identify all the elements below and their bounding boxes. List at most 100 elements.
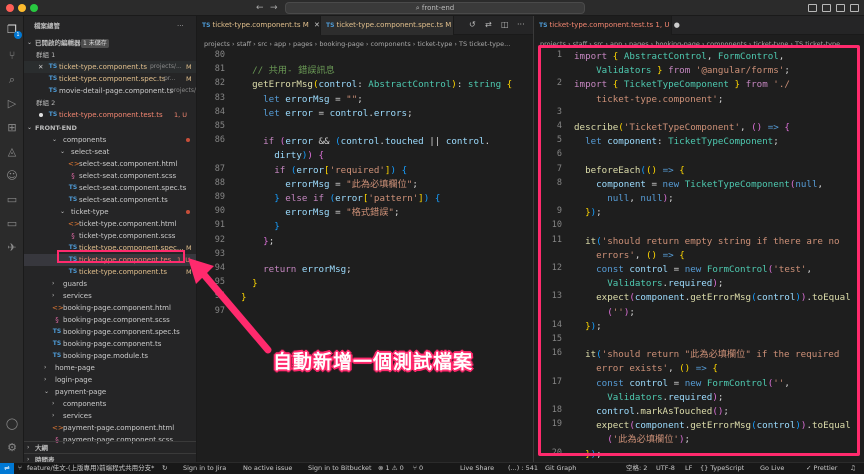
- code-line[interactable]: if (error['required']) {: [241, 164, 407, 177]
- minimize-window-button[interactable]: [18, 4, 26, 12]
- frontend-folder-header[interactable]: ⌄ FRONT-END: [24, 122, 196, 134]
- file-item[interactable]: § select-seat.component.scss: [24, 170, 196, 182]
- folder-item[interactable]: ⌄ select-seat: [24, 146, 196, 158]
- folder-item[interactable]: › login-page: [24, 374, 196, 386]
- unsaved-dot-icon[interactable]: ●: [674, 21, 680, 29]
- code-line[interactable]: let error = control.errors;: [241, 107, 412, 120]
- more-actions-button[interactable]: ···: [177, 20, 184, 32]
- remote-icon[interactable]: ⇌: [0, 463, 14, 474]
- code-line[interactable]: } else if (error['pattern']) {: [241, 192, 440, 205]
- folder-item[interactable]: ⌄ components: [24, 134, 196, 146]
- sync-icon[interactable]: ↻: [162, 463, 167, 474]
- open-editor-item[interactable]: TS ticket-type.component.test.ts 1, U: [24, 109, 196, 121]
- sign-in-bitbucket[interactable]: Sign in to Bitbucket: [308, 463, 372, 474]
- code-line[interactable]: return errorMsg;: [241, 263, 352, 276]
- run-debug-icon[interactable]: ▷: [5, 98, 19, 110]
- close-icon[interactable]: ✕: [314, 21, 320, 29]
- code-line[interactable]: getErrorMsg(control: AbstractControl): s…: [241, 78, 512, 91]
- compare-icon[interactable]: ⇄: [485, 20, 492, 29]
- code-line[interactable]: }: [241, 291, 247, 304]
- code-line[interactable]: }: [241, 220, 280, 233]
- left-code-editor[interactable]: 80 81 // 共用- 錯誤訊息 82 getErrorMsg(control: …: [197, 48, 533, 458]
- file-item[interactable]: <> booking-page.component.html: [24, 302, 196, 314]
- toggle-panel-icon[interactable]: [822, 4, 831, 12]
- folder-item[interactable]: ⌄ payment-page: [24, 386, 196, 398]
- go-live-button[interactable]: Go Live: [760, 463, 784, 474]
- extensions-icon[interactable]: ⊞: [5, 122, 19, 134]
- search-icon[interactable]: ⌕: [5, 74, 19, 86]
- language-mode[interactable]: {} TypeScript: [700, 463, 744, 474]
- cursor-info[interactable]: (...) : 541: [508, 463, 538, 474]
- tab-ticket-type-component-spec-ts[interactable]: TS ticket-type.component.spec.ts M: [321, 16, 454, 35]
- indentation-indicator[interactable]: 空格: 2: [626, 463, 647, 474]
- outline-section-header[interactable]: › 大綱: [24, 441, 196, 453]
- chat-icon[interactable]: ▭: [5, 194, 19, 206]
- file-item[interactable]: <> ticket-type.component.html: [24, 218, 196, 230]
- file-item[interactable]: TS ticket-type.component.ts M: [24, 266, 196, 278]
- eol-indicator[interactable]: LF: [685, 463, 692, 474]
- file-item[interactable]: § booking-page.component.scss: [24, 314, 196, 326]
- tab-ticket-type-component-test-ts[interactable]: TS ticket-type.component.test.ts 1, U ●: [534, 16, 680, 35]
- maximize-window-button[interactable]: [30, 4, 38, 12]
- file-item[interactable]: TS booking-page.module.ts: [24, 350, 196, 362]
- git-branch[interactable]: feature/佳文-(上版專用)前端程式共用分支*: [27, 463, 154, 474]
- file-item[interactable]: <> payment-page.component.html: [24, 422, 196, 434]
- code-line[interactable]: };: [241, 235, 274, 248]
- folder-item[interactable]: › services: [24, 410, 196, 422]
- forward-arrow-icon[interactable]: →: [270, 2, 278, 14]
- account-icon[interactable]: ◯: [5, 418, 19, 430]
- split-editor-icon[interactable]: ◫: [501, 20, 509, 29]
- file-item[interactable]: <> select-seat.component.html: [24, 158, 196, 170]
- timeline-icon[interactable]: ↺: [469, 20, 476, 29]
- ports-indicator[interactable]: ⑂ 0: [413, 463, 423, 474]
- file-item[interactable]: TS booking-page.component.ts: [24, 338, 196, 350]
- git-graph-button[interactable]: Git Graph: [545, 463, 576, 474]
- code-line[interactable]: let errorMsg = "";: [241, 93, 363, 106]
- close-window-button[interactable]: [6, 4, 14, 12]
- timeline-section-header[interactable]: › 時間表: [24, 453, 196, 462]
- back-arrow-icon[interactable]: ←: [256, 2, 264, 14]
- settings-icon[interactable]: ⚙: [5, 442, 19, 454]
- toggle-secondary-sidebar-icon[interactable]: [836, 4, 845, 12]
- code-line[interactable]: if (error && (control.touched || control…: [241, 135, 490, 148]
- more-actions-icon[interactable]: ···: [517, 20, 525, 29]
- chat-icon[interactable]: ▭: [5, 218, 19, 230]
- command-center[interactable]: ⌕ front-end: [285, 2, 585, 14]
- live-share-button[interactable]: Live Share: [460, 463, 494, 474]
- file-item[interactable]: TS select-seat.component.ts: [24, 194, 196, 206]
- open-editor-item[interactable]: TS movie-detail-page.component.ts projec…: [24, 85, 196, 97]
- folder-item[interactable]: › home-page: [24, 362, 196, 374]
- folder-item[interactable]: › components: [24, 398, 196, 410]
- open-editor-item[interactable]: ✕ TS ticket-type.component.ts projects/.…: [24, 61, 196, 73]
- file-item[interactable]: § ticket-type.component.scss: [24, 230, 196, 242]
- problems-indicator[interactable]: ⊗ 1 ⚠ 0: [378, 463, 404, 474]
- file-item[interactable]: TS select-seat.component.spec.ts: [24, 182, 196, 194]
- source-control-icon[interactable]: ⑂: [5, 50, 19, 62]
- close-icon[interactable]: ✕: [38, 61, 43, 73]
- folder-item[interactable]: › services: [24, 290, 196, 302]
- no-active-issue[interactable]: No active issue: [243, 463, 292, 474]
- file-item[interactable]: TS booking-page.component.spec.ts: [24, 326, 196, 338]
- open-editor-item[interactable]: TS ticket-type.component.spec.ts pr... M: [24, 73, 196, 85]
- code-line[interactable]: errorMsg = "格式錯誤";: [241, 206, 399, 219]
- deploy-icon[interactable]: ✈: [5, 242, 19, 254]
- remote-icon[interactable]: ◬: [5, 146, 19, 158]
- line-number: 90: [214, 206, 225, 217]
- customize-layout-icon[interactable]: [850, 4, 859, 12]
- group-1-label[interactable]: 群組 1: [24, 49, 196, 61]
- toggle-sidebar-icon[interactable]: [808, 4, 817, 12]
- copilot-icon[interactable]: ☺: [5, 170, 19, 182]
- code-line[interactable]: errorMsg = "此為必填欄位";: [241, 178, 418, 191]
- sign-in-jira[interactable]: Sign in to Jira: [183, 463, 226, 474]
- group-2-label[interactable]: 群組 2: [24, 97, 196, 109]
- encoding-indicator[interactable]: UTF-8: [656, 463, 675, 474]
- folder-item[interactable]: ⌄ ticket-type: [24, 206, 196, 218]
- code-line[interactable]: // 共用- 錯誤訊息: [241, 64, 335, 77]
- open-editors-header[interactable]: ⌄ 已開啟的編輯器 1 未儲存: [24, 37, 196, 49]
- code-line[interactable]: }: [241, 277, 258, 290]
- prettier-status[interactable]: ✓ Prettier: [806, 463, 837, 474]
- code-line[interactable]: dirty)) {: [241, 149, 324, 162]
- notifications-bell-icon[interactable]: ♫: [850, 463, 856, 474]
- folder-item[interactable]: › guards: [24, 278, 196, 290]
- tab-ticket-type-component-ts[interactable]: TS ticket-type.component.ts M ✕: [197, 16, 321, 35]
